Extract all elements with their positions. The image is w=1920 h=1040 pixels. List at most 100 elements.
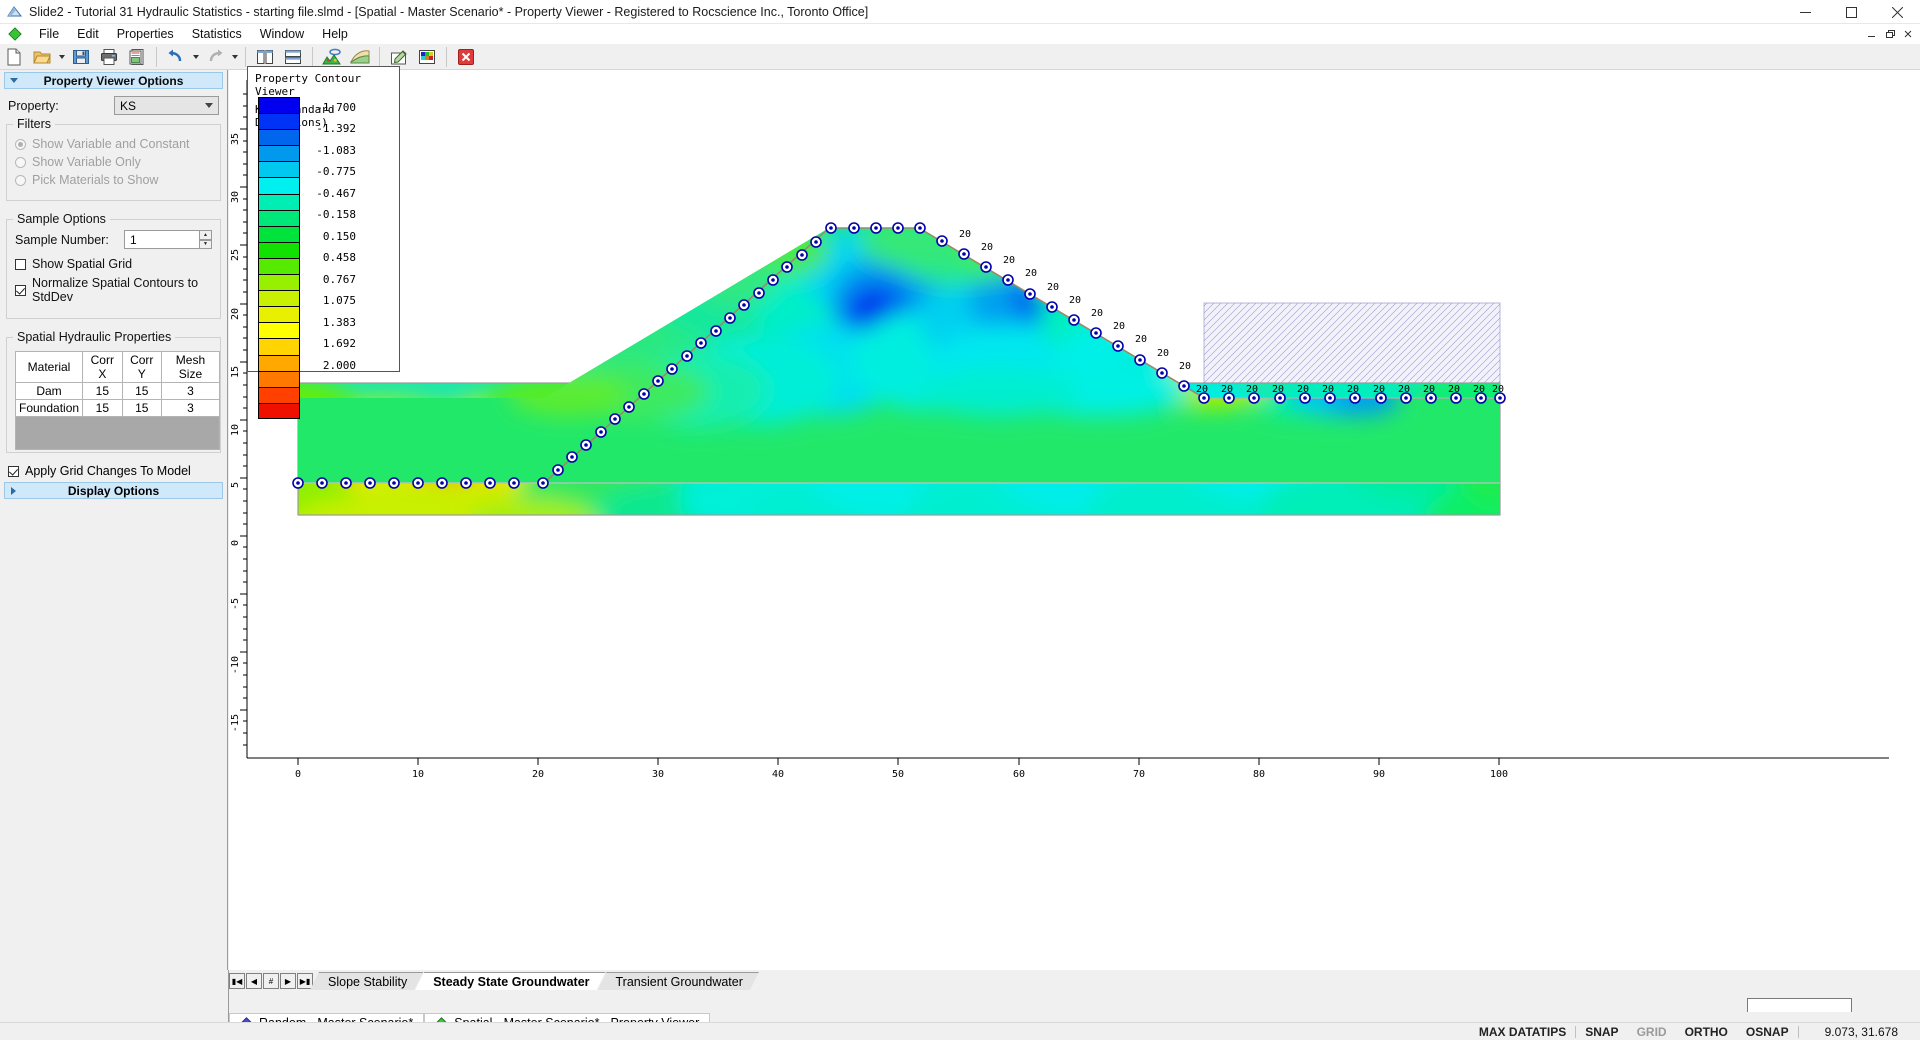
prev-tab-button[interactable]: ◀ xyxy=(246,973,262,989)
menu-item-properties[interactable]: Properties xyxy=(108,26,183,42)
cell-corr-x[interactable]: 15 xyxy=(82,399,123,417)
maximize-button[interactable] xyxy=(1828,0,1874,24)
filter-option-show-variable-and-constant[interactable]: Show Variable and Constant xyxy=(15,137,212,151)
mdi-close-button[interactable] xyxy=(1900,26,1916,42)
cell-corr-y[interactable]: 15 xyxy=(121,399,162,417)
print-preview-icon[interactable] xyxy=(124,45,150,69)
display-options-header[interactable]: Display Options xyxy=(4,482,223,499)
close-button[interactable] xyxy=(1874,0,1920,24)
undo-icon[interactable] xyxy=(163,45,189,69)
menu-item-statistics[interactable]: Statistics xyxy=(183,26,251,42)
undo-dropdown-icon[interactable] xyxy=(190,45,201,69)
open-dropdown-icon[interactable] xyxy=(56,45,67,69)
mdi-restore-button[interactable] xyxy=(1882,26,1898,42)
tab-slope-stability[interactable]: Slope Stability xyxy=(310,972,423,990)
cell-mesh-size[interactable]: 3 xyxy=(160,382,221,400)
status-max-datatips[interactable]: MAX DATATIPS xyxy=(1470,1025,1575,1039)
sample-options-group: Sample Options Sample Number: 1 ▲ ▼ Show… xyxy=(6,212,221,319)
stepper-down-icon[interactable]: ▼ xyxy=(199,239,212,249)
property-viewer-options-header[interactable]: Property Viewer Options xyxy=(4,72,223,89)
first-tab-button[interactable]: ▮◀ xyxy=(229,973,245,989)
column-header-mesh-size: Mesh Size xyxy=(160,351,221,383)
show-spatial-grid-checkbox[interactable]: Show Spatial Grid xyxy=(15,257,212,271)
radio-icon[interactable] xyxy=(15,156,26,168)
status-osnap[interactable]: OSNAP xyxy=(1737,1025,1798,1039)
table-row[interactable]: Dam 15 15 3 xyxy=(14,382,221,400)
save-icon[interactable] xyxy=(68,45,94,69)
sample-number-label: Sample Number: xyxy=(15,232,109,247)
legend-band-3 xyxy=(258,145,300,162)
legend-label-8: 0.767 xyxy=(322,272,356,286)
legend-label-3: -0.775 xyxy=(316,165,356,179)
apply-grid-changes-checkbox[interactable]: Apply Grid Changes To Model xyxy=(0,464,227,478)
svg-text:100: 100 xyxy=(1490,769,1508,780)
insert-tab-button[interactable]: # xyxy=(263,973,279,989)
expand-caret-icon[interactable] xyxy=(11,486,16,495)
checkbox-icon[interactable] xyxy=(15,284,26,296)
legend-band-14 xyxy=(258,322,300,339)
window-titlebar: Slide2 - Tutorial 31 Hydraulic Statistic… xyxy=(0,0,1920,24)
apply-grid-changes-label: Apply Grid Changes To Model xyxy=(25,464,191,478)
svg-text:20: 20 xyxy=(1246,384,1258,395)
checkbox-icon[interactable] xyxy=(15,258,26,270)
svg-text:60: 60 xyxy=(1013,769,1025,780)
show-spatial-grid-label: Show Spatial Grid xyxy=(32,257,133,271)
menu-item-edit[interactable]: Edit xyxy=(68,26,108,42)
svg-text:70: 70 xyxy=(1133,769,1145,780)
menu-item-help[interactable]: Help xyxy=(313,26,357,42)
new-file-icon[interactable] xyxy=(1,45,27,69)
property-viewer-icon[interactable] xyxy=(414,45,440,69)
tile-vertical-icon[interactable] xyxy=(252,45,278,69)
svg-text:20: 20 xyxy=(1157,348,1169,359)
cell-mesh-size[interactable]: 3 xyxy=(160,399,221,417)
contour-legend[interactable]: Property Contour Viewer KS (Standard Dev… xyxy=(247,66,400,419)
spatial-hydraulic-properties-title: Spatial Hydraulic Properties xyxy=(13,330,176,344)
checkbox-icon[interactable] xyxy=(8,465,19,477)
stepper-buttons[interactable]: ▲ ▼ xyxy=(199,230,212,249)
svg-text:20: 20 xyxy=(1113,321,1125,332)
svg-text:20: 20 xyxy=(1347,384,1359,395)
model-view-canvas[interactable]: 35 30 25 20 15 10 5 0 -5 -10 -15 0 10 20… xyxy=(229,70,1920,970)
redo-dropdown-icon[interactable] xyxy=(229,45,240,69)
material-statistics-icon[interactable] xyxy=(319,45,345,69)
open-file-icon[interactable] xyxy=(29,45,55,69)
cell-corr-y[interactable]: 15 xyxy=(121,382,162,400)
radio-icon[interactable] xyxy=(15,174,26,186)
print-icon[interactable] xyxy=(96,45,122,69)
table-row[interactable]: Foundation 15 15 3 xyxy=(14,399,221,417)
status-ortho[interactable]: ORTHO xyxy=(1676,1025,1737,1039)
redo-icon[interactable] xyxy=(202,45,228,69)
edit-properties-icon[interactable] xyxy=(386,45,412,69)
collapse-caret-icon[interactable] xyxy=(10,78,18,83)
tile-horizontal-icon[interactable] xyxy=(280,45,306,69)
property-row: Property: KS xyxy=(0,96,227,115)
status-grid[interactable]: GRID xyxy=(1628,1025,1676,1039)
model-plot-svg[interactable]: 35 30 25 20 15 10 5 0 -5 -10 -15 0 10 20… xyxy=(229,70,1920,970)
document-icon xyxy=(8,26,22,41)
minimize-button[interactable] xyxy=(1782,0,1828,24)
spatial-variability-icon[interactable] xyxy=(347,45,373,69)
close-view-icon[interactable] xyxy=(453,45,479,69)
legend-band-13 xyxy=(258,306,300,323)
svg-text:-5: -5 xyxy=(230,598,241,610)
mdi-minimize-button[interactable] xyxy=(1864,26,1880,42)
normalize-spatial-contours-checkbox[interactable]: Normalize Spatial Contours to StdDev xyxy=(15,276,212,304)
tab-transient-groundwater[interactable]: Transient Groundwater xyxy=(598,972,759,990)
svg-text:20: 20 xyxy=(1003,255,1015,266)
cell-corr-x[interactable]: 15 xyxy=(82,382,123,400)
stepper-up-icon[interactable]: ▲ xyxy=(199,230,212,240)
last-tab-button[interactable]: ▶▮ xyxy=(297,973,313,989)
tab-steady-state-groundwater[interactable]: Steady State Groundwater xyxy=(415,972,605,990)
filter-option-pick-materials-to-show[interactable]: Pick Materials to Show xyxy=(15,173,212,187)
menu-item-file[interactable]: File xyxy=(30,26,68,42)
sample-number-stepper[interactable]: 1 ▲ ▼ xyxy=(124,230,212,249)
radio-icon[interactable] xyxy=(15,138,26,150)
status-snap[interactable]: SNAP xyxy=(1576,1025,1627,1039)
next-tab-button[interactable]: ▶ xyxy=(280,973,296,989)
svg-text:0: 0 xyxy=(230,540,241,546)
svg-text:20: 20 xyxy=(1091,308,1103,319)
filter-option-show-variable-only[interactable]: Show Variable Only xyxy=(15,155,212,169)
filters-group: Filters Show Variable and Constant Show … xyxy=(6,117,221,201)
menu-item-window[interactable]: Window xyxy=(251,26,313,42)
property-select[interactable]: KS xyxy=(114,96,219,115)
